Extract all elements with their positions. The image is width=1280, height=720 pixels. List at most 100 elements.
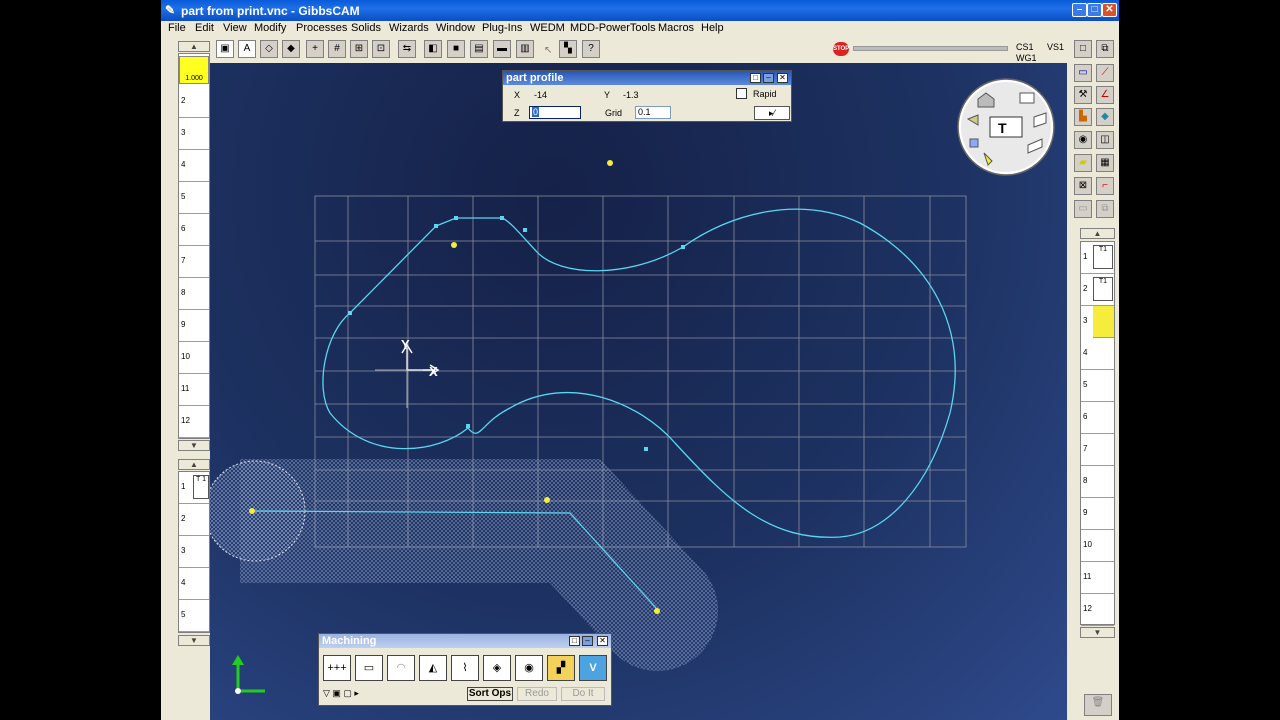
- trash-icon[interactable]: 🗑: [1084, 694, 1112, 716]
- new-doc-icon[interactable]: □: [1074, 40, 1092, 58]
- dialog-options-button[interactable]: ▸⁄: [754, 106, 790, 120]
- diamond-icon[interactable]: ◆: [1096, 108, 1114, 126]
- right-tool-slot[interactable]: 11: [1081, 562, 1114, 594]
- op-tool-icon[interactable]: ▙: [1074, 108, 1092, 126]
- minimize-button[interactable]: –: [1072, 3, 1087, 17]
- v-button-icon[interactable]: V: [579, 655, 607, 681]
- line-shape-icon[interactable]: ⟋: [1096, 64, 1114, 82]
- shaded-cube-icon[interactable]: ◆: [282, 40, 300, 58]
- sort-ops-button[interactable]: Sort Ops: [467, 687, 513, 701]
- rect-shape-icon[interactable]: ▭: [1074, 64, 1092, 82]
- tool-slot[interactable]: 9: [179, 310, 209, 342]
- machining-mini-icons[interactable]: ▽ ▣ ▢ ▸: [323, 687, 371, 701]
- tool-slot[interactable]: 10: [179, 342, 209, 374]
- tool-t1-icon[interactable]: T1: [1093, 277, 1113, 301]
- tool-slot[interactable]: 12: [179, 406, 209, 438]
- right-scroll-up-button[interactable]: ▲: [1080, 228, 1115, 239]
- tool-slot-1[interactable]: 1.000: [179, 56, 209, 84]
- angle-icon[interactable]: ∠: [1096, 86, 1114, 104]
- flip-icon[interactable]: ⌐: [1096, 177, 1114, 195]
- surface-icon[interactable]: ◈: [483, 655, 511, 681]
- machining-close-button[interactable]: ✕: [597, 636, 608, 646]
- op-slot[interactable]: 1: [179, 472, 209, 504]
- grid-input[interactable]: 0.1: [635, 106, 671, 119]
- z-level-icon[interactable]: ▞: [547, 655, 575, 681]
- tool-slot[interactable]: 4: [179, 150, 209, 182]
- dialog-restore-button[interactable]: □: [750, 73, 761, 83]
- pocket-icon[interactable]: ◠: [387, 655, 415, 681]
- dialog-close-button[interactable]: ✕: [777, 73, 788, 83]
- roughing-icon[interactable]: ◭: [419, 655, 447, 681]
- menu-wedm[interactable]: WEDM: [530, 22, 565, 34]
- menu-mdd-powertools[interactable]: MDD-PowerTools: [570, 22, 656, 34]
- right-tool-slot[interactable]: 10: [1081, 530, 1114, 562]
- op-slot[interactable]: 2: [179, 504, 209, 536]
- transform-icon[interactable]: ⊠: [1074, 177, 1092, 195]
- copy-doc-icon[interactable]: ⧉: [1096, 40, 1114, 58]
- right-tool-slot[interactable]: 1 T1: [1081, 242, 1114, 274]
- grid-icon[interactable]: #: [328, 40, 346, 58]
- rapid-checkbox[interactable]: [736, 88, 747, 99]
- sync-icon[interactable]: ⇆: [398, 40, 416, 58]
- view-frame-icon[interactable]: ▣: [216, 40, 234, 58]
- drill-icon[interactable]: +++: [323, 655, 351, 681]
- stop-icon[interactable]: STOP: [833, 42, 849, 56]
- menu-wizards[interactable]: Wizards: [389, 22, 429, 34]
- yellow-solid-icon[interactable]: ■: [447, 40, 465, 58]
- tool-slot[interactable]: 11: [179, 374, 209, 406]
- solid-surface-icon[interactable]: ◉: [515, 655, 543, 681]
- ops-scroll-up-button[interactable]: ▲: [178, 459, 210, 470]
- menu-modify[interactable]: Modify: [254, 22, 286, 34]
- fixture-icon[interactable]: ▬: [493, 40, 511, 58]
- right-tool-slot[interactable]: 12: [1081, 594, 1114, 626]
- right-tool-slot[interactable]: 3: [1083, 306, 1114, 338]
- maximize-button[interactable]: □: [1087, 3, 1102, 17]
- menu-file[interactable]: File: [168, 22, 186, 34]
- scroll-up-button[interactable]: ▲: [178, 41, 210, 52]
- tool-slot[interactable]: 5: [179, 182, 209, 214]
- thread-icon[interactable]: ⌇: [451, 655, 479, 681]
- right-tool-slot[interactable]: 6: [1081, 402, 1114, 434]
- tool-slot[interactable]: 8: [179, 278, 209, 310]
- machining-restore-button[interactable]: □: [569, 636, 580, 646]
- machining-min-button[interactable]: –: [582, 636, 593, 646]
- layers-icon[interactable]: ▥: [516, 40, 534, 58]
- menu-solids[interactable]: Solids: [351, 22, 381, 34]
- wireframe-cube-icon[interactable]: ◇: [260, 40, 278, 58]
- z-input[interactable]: 0: [529, 106, 581, 119]
- right-tool-slot[interactable]: 2 T1: [1081, 274, 1114, 306]
- tool-slot[interactable]: 6: [179, 214, 209, 246]
- scroll-down-button[interactable]: ▼: [178, 440, 210, 451]
- geometry-view[interactable]: Y X T: [210, 63, 1067, 720]
- align-icon[interactable]: ⊡: [372, 40, 390, 58]
- right-tool-slot[interactable]: 5: [1081, 370, 1114, 402]
- coord-system-icon[interactable]: ⊞: [350, 40, 368, 58]
- select-solid-icon[interactable]: ◧: [424, 40, 442, 58]
- right-tool-slot[interactable]: 4: [1081, 338, 1114, 370]
- menu-help[interactable]: Help: [701, 22, 724, 34]
- snap-point-icon[interactable]: +: [306, 40, 324, 58]
- menu-macros[interactable]: Macros: [658, 22, 694, 34]
- op-slot[interactable]: 5: [179, 600, 209, 632]
- menu-edit[interactable]: Edit: [195, 22, 214, 34]
- right-scroll-down-button[interactable]: ▼: [1080, 627, 1115, 638]
- dialog-min-button[interactable]: –: [763, 73, 774, 83]
- tool-slot[interactable]: 7: [179, 246, 209, 278]
- menu-window[interactable]: Window: [436, 22, 475, 34]
- ops-scroll-down-button[interactable]: ▼: [178, 635, 210, 646]
- stock-icon[interactable]: ▤: [470, 40, 488, 58]
- redo-button[interactable]: Redo: [517, 687, 557, 701]
- help-query-icon[interactable]: ?: [582, 40, 600, 58]
- tool-icon[interactable]: ⚒: [1074, 86, 1092, 104]
- menu-view[interactable]: View: [223, 22, 247, 34]
- tool-slot[interactable]: 3: [179, 118, 209, 150]
- marker-icon[interactable]: ▰: [1074, 154, 1092, 172]
- tiles-icon[interactable]: ▚: [559, 40, 577, 58]
- do-it-button[interactable]: Do It: [561, 687, 605, 701]
- op-slot[interactable]: 3: [179, 536, 209, 568]
- op-slot[interactable]: 4: [179, 568, 209, 600]
- drawing-canvas[interactable]: Y X T part profile □ – ✕ X -14 Y -1.3 Ra…: [210, 63, 1067, 720]
- tool-group-icon[interactable]: ▦: [1096, 154, 1114, 172]
- contour-icon[interactable]: ▭: [355, 655, 383, 681]
- tool-slot[interactable]: 2: [179, 86, 209, 118]
